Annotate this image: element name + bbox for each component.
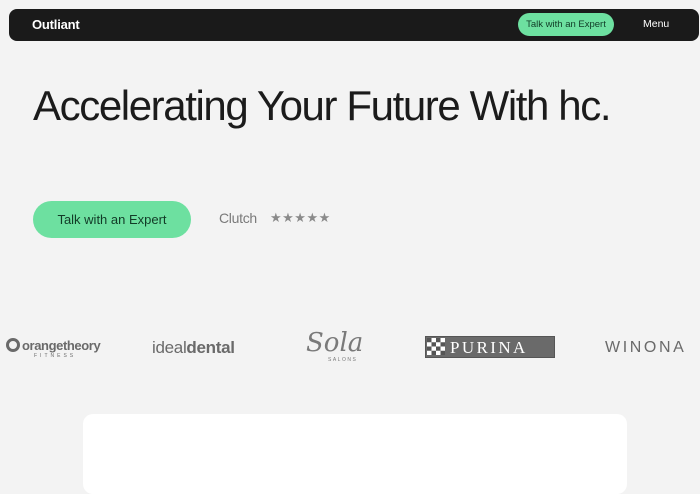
purina-logo: PURINA <box>425 336 555 358</box>
orangetheory-wordmark: orangetheory <box>22 338 101 353</box>
winona-logo: WINONA <box>605 339 687 356</box>
talk-with-expert-nav-button[interactable]: Talk with an Expert <box>518 13 614 36</box>
orangetheory-logo: orangetheory FITNESS <box>6 336 106 362</box>
rating-stars: ★★★★★ <box>270 210 331 225</box>
sola-salons-logo: Sola SALONS <box>306 328 376 364</box>
hero-headline: Accelerating Your Future With hc. <box>33 82 612 129</box>
sola-wordmark: Sola <box>306 328 364 358</box>
purina-checkerboard-icon <box>427 338 445 355</box>
ideal-dental-word-bold: dental <box>186 338 235 357</box>
brand-logo[interactable]: Outliant <box>32 17 80 32</box>
top-navigation-bar: Outliant Talk with an Expert Menu <box>9 9 699 41</box>
content-card <box>83 414 627 494</box>
purina-wordmark: PURINA <box>450 338 528 357</box>
ideal-dental-word-light: ideal <box>152 338 187 357</box>
clutch-logo[interactable]: Clutch <box>219 210 257 226</box>
orangetheory-subtitle: FITNESS <box>34 353 77 359</box>
sola-subtitle: SALONS <box>328 357 358 363</box>
menu-button[interactable]: Menu <box>643 18 669 30</box>
talk-with-expert-hero-button[interactable]: Talk with an Expert <box>33 201 191 238</box>
orangetheory-ring-icon <box>6 338 20 352</box>
ideal-dental-logo: idealdental <box>152 338 235 358</box>
